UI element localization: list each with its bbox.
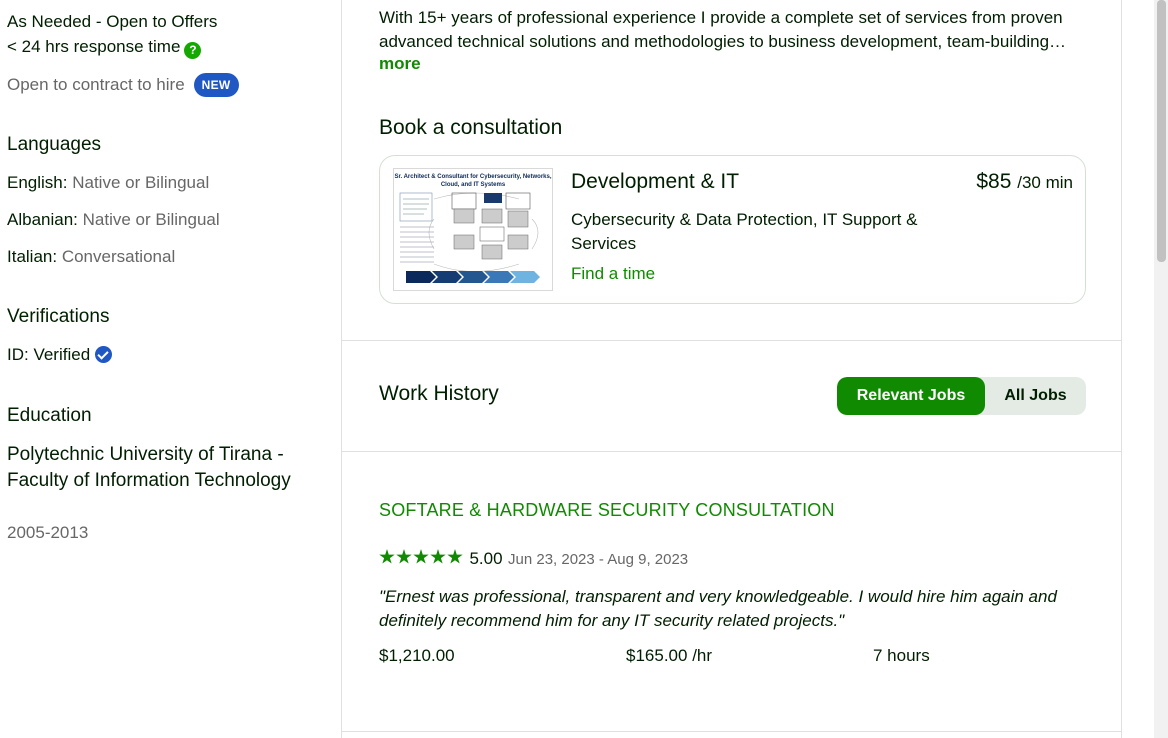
consultation-subcategory: Cybersecurity & Data Protection, IT Supp…: [571, 210, 918, 253]
language-item: Albanian: Native or Bilingual: [7, 210, 220, 230]
page-scrollbar[interactable]: [1154, 0, 1168, 738]
scrollbar-thumb[interactable]: [1157, 0, 1166, 262]
job-rate-value: $165.00: [626, 646, 688, 665]
language-level: Native or Bilingual: [82, 210, 220, 229]
id-verified: ID: Verified: [7, 345, 113, 365]
star-icon: [430, 549, 446, 564]
section-divider: [342, 340, 1121, 341]
find-a-time-link[interactable]: Find a time: [571, 264, 655, 284]
language-level: Native or Bilingual: [72, 173, 210, 192]
consultation-card[interactable]: Sr. Architect & Consultant for Cybersecu…: [379, 155, 1086, 304]
language-name: Italian:: [7, 247, 58, 266]
price-unit: /30 min: [1017, 173, 1073, 192]
language-name: Albanian:: [7, 210, 78, 229]
relevant-jobs-tab[interactable]: Relevant Jobs: [837, 377, 985, 415]
profile-description: With 15+ years of professional experienc…: [379, 8, 1067, 51]
consultation-thumbnail: Sr. Architect & Consultant for Cybersecu…: [393, 168, 553, 291]
verifications-heading: Verifications: [7, 306, 110, 327]
languages-heading: Languages: [7, 134, 102, 155]
star-icon: [447, 549, 463, 564]
language-name: English:: [7, 173, 68, 192]
job-review: "Ernest was professional, transparent an…: [379, 587, 1057, 630]
profile-main: With 15+ years of professional experienc…: [341, 0, 1122, 738]
consultation-price: $85 /30 min: [976, 170, 1073, 194]
job-title-link[interactable]: SOFTARE & HARDWARE SECURITY CONSULTATION: [379, 500, 835, 521]
job-rating-score: 5.00: [469, 549, 503, 568]
response-time: < 24 hrs response time?: [7, 37, 202, 59]
consultation-category: Development & IT: [571, 170, 740, 193]
language-item: English: Native or Bilingual: [7, 173, 209, 193]
language-item: Italian: Conversational: [7, 247, 175, 267]
job-hours: 7 hours: [873, 646, 930, 665]
job-rating-row: 5.00 Jun 23, 2023 - Aug 9, 2023: [379, 549, 688, 569]
help-icon[interactable]: ?: [184, 42, 202, 59]
star-icon: [413, 549, 429, 564]
price-value: $85: [976, 170, 1012, 193]
education-years: 2005-2013: [7, 523, 89, 542]
response-time-text: < 24 hrs response time: [7, 37, 181, 56]
job-rate-unit: /hr: [692, 646, 713, 665]
job-earned: $1,210.00: [379, 646, 455, 665]
new-badge: NEW: [193, 73, 239, 97]
consultation-heading: Book a consultation: [379, 116, 563, 139]
verified-badge-icon[interactable]: [95, 346, 113, 363]
availability-text: As Needed - Open to Offers: [7, 12, 218, 31]
job-rate: $165.00 /hr: [626, 646, 712, 666]
education-heading: Education: [7, 405, 92, 426]
more-link[interactable]: more: [379, 54, 421, 74]
all-jobs-tab[interactable]: All Jobs: [985, 377, 1086, 415]
profile-sidebar: As Needed - Open to Offers < 24 hrs resp…: [0, 0, 341, 738]
section-divider: [342, 731, 1121, 732]
thumbnail-diagram: [399, 192, 540, 283]
star-icon: [396, 549, 412, 564]
id-verified-text: ID: Verified: [7, 345, 91, 364]
education-school: Polytechnic University of Tirana - Facul…: [7, 444, 291, 491]
contract-to-hire: Open to contract to hire NEW: [7, 73, 239, 97]
star-icon: [379, 549, 395, 564]
contract-to-hire-text: Open to contract to hire: [7, 75, 185, 94]
work-history-heading: Work History: [379, 382, 499, 405]
job-filter-toggle: Relevant Jobs All Jobs: [837, 377, 1086, 415]
language-level: Conversational: [61, 247, 176, 266]
section-divider: [342, 451, 1121, 452]
job-dates: Jun 23, 2023 - Aug 9, 2023: [508, 551, 689, 568]
